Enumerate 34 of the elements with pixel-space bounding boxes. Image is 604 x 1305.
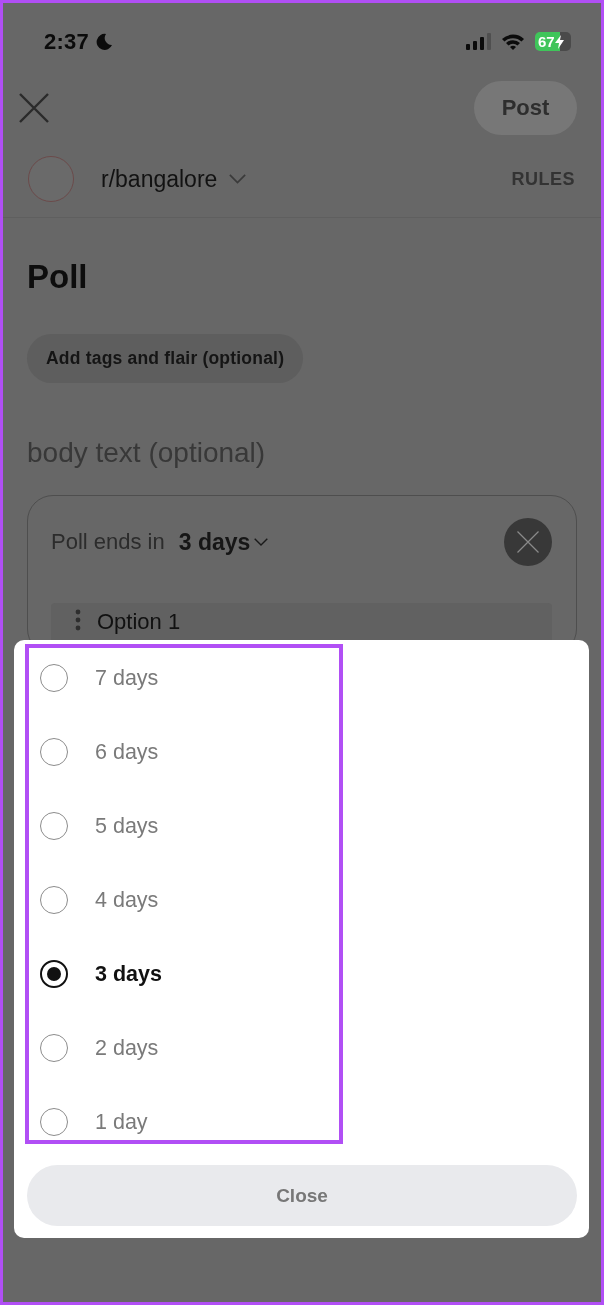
- duration-option[interactable]: 3 days: [95, 961, 162, 987]
- status-time: 2:37: [44, 28, 89, 55]
- tags-button[interactable]: Add tags and flair (optional): [27, 334, 304, 383]
- radio-button[interactable]: [40, 812, 68, 840]
- caret-icon: [229, 174, 247, 184]
- signal-icon: [466, 33, 491, 50]
- duration-option[interactable]: 4 days: [95, 887, 159, 913]
- radio-button[interactable]: [40, 738, 68, 766]
- option-input[interactable]: Option 1: [97, 609, 397, 635]
- close-icon: [516, 530, 540, 554]
- moon-icon: [94, 32, 113, 51]
- poll-close-button[interactable]: [504, 518, 552, 566]
- radio-button[interactable]: [40, 960, 68, 988]
- drag-handle-icon[interactable]: [75, 609, 81, 631]
- radio-button[interactable]: [40, 886, 68, 914]
- battery-percentage: 67: [538, 34, 555, 49]
- duration-option[interactable]: 2 days: [95, 1035, 159, 1061]
- community-avatar: [28, 156, 74, 202]
- wifi-icon: [501, 33, 525, 50]
- duration-option[interactable]: 5 days: [95, 813, 159, 839]
- radio-button[interactable]: [40, 664, 68, 692]
- sheet-close-button[interactable]: Close: [27, 1165, 577, 1226]
- duration-option[interactable]: 6 days: [95, 739, 159, 765]
- community-selector[interactable]: r/bangalore: [101, 165, 247, 193]
- duration-option[interactable]: 7 days: [95, 665, 159, 691]
- duration-dropdown[interactable]: 3 days: [178, 528, 269, 556]
- post-type-title: Poll: [27, 258, 88, 295]
- radio-button[interactable]: [40, 1108, 68, 1136]
- duration-option[interactable]: 1 day: [95, 1109, 148, 1135]
- close-icon: [18, 92, 50, 124]
- poll-ends-label: Poll ends in: [51, 529, 165, 555]
- caret-icon: [254, 538, 269, 546]
- radio-button[interactable]: [40, 1034, 68, 1062]
- bolt-icon: [554, 34, 564, 49]
